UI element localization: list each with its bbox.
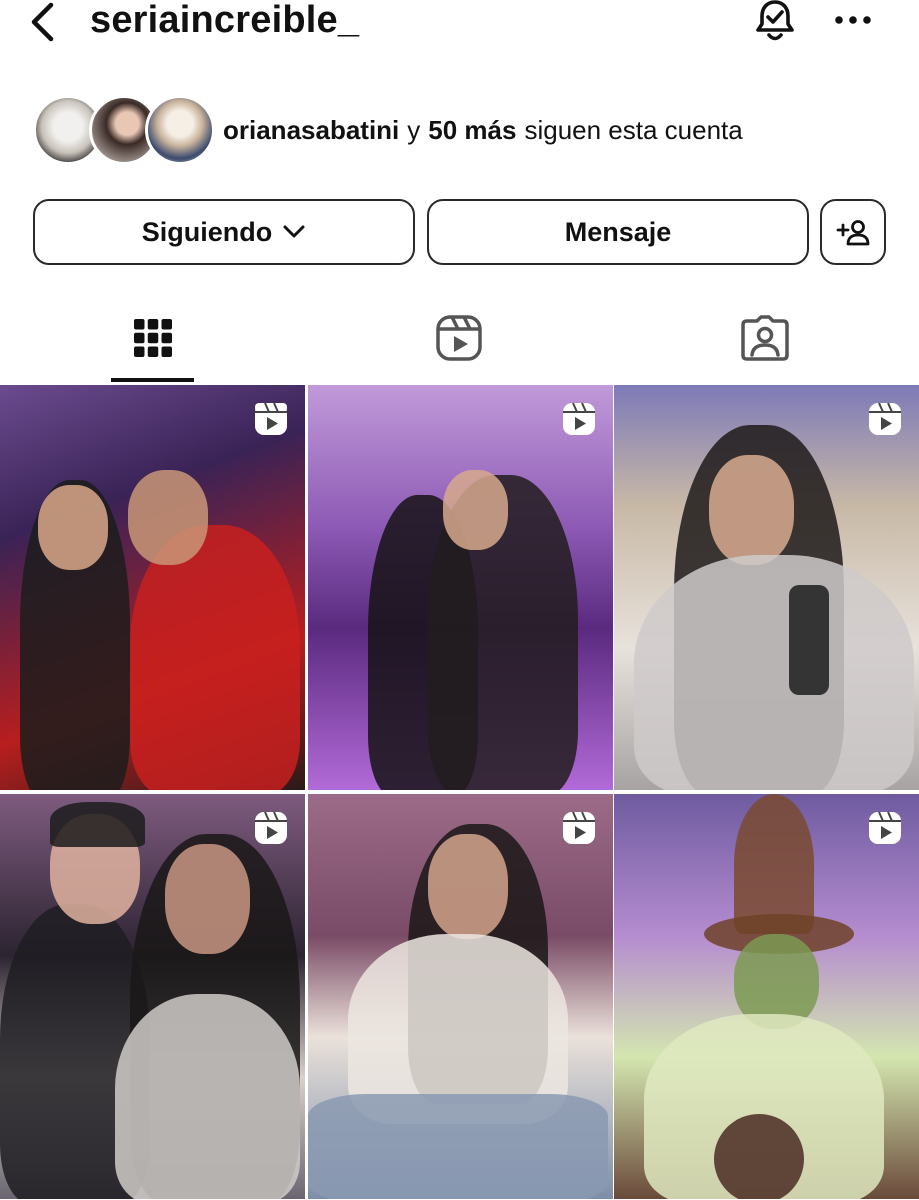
- reel-icon: [255, 811, 287, 844]
- post-tile[interactable]: [308, 794, 613, 1199]
- back-chevron-icon: [31, 2, 54, 42]
- post-figure: [714, 1114, 804, 1199]
- post-figure: [734, 794, 814, 934]
- post-figure: [709, 455, 794, 565]
- back-button[interactable]: [22, 0, 62, 44]
- reel-icon: [255, 402, 287, 435]
- reel-icon: [563, 811, 595, 844]
- post-figure: [38, 485, 108, 570]
- chevron-down-icon: [283, 225, 305, 238]
- selected-tab-indicator: [111, 378, 194, 382]
- grid-icon: [134, 319, 172, 357]
- post-figure: [115, 994, 300, 1199]
- post-figure: [165, 844, 250, 954]
- more-options-button[interactable]: [830, 0, 876, 40]
- post-figure: [308, 1094, 608, 1199]
- post-tile[interactable]: [0, 385, 305, 790]
- tab-reels[interactable]: [306, 300, 612, 384]
- followed-by-count: 50 más: [428, 114, 517, 145]
- notifications-button[interactable]: [752, 0, 798, 44]
- post-tile[interactable]: [614, 794, 919, 1199]
- reel-icon: [869, 811, 901, 844]
- post-figure: [443, 470, 508, 550]
- post-figure: [130, 525, 300, 790]
- add-person-icon: [836, 220, 870, 246]
- reel-icon: [869, 402, 901, 435]
- post-tile[interactable]: [0, 794, 305, 1199]
- tab-posts-grid[interactable]: [0, 300, 306, 384]
- add-user-button[interactable]: [820, 199, 886, 265]
- more-horizontal-icon: [835, 16, 871, 24]
- posts-grid: [0, 385, 919, 1200]
- reel-icon: [563, 402, 595, 435]
- message-button[interactable]: Mensaje: [427, 199, 809, 265]
- post-figure: [128, 470, 208, 565]
- avatar: [145, 95, 215, 165]
- followed-by-primary: orianasabatini: [223, 114, 400, 145]
- following-button[interactable]: Siguiendo: [33, 199, 415, 265]
- profile-header: seriaincreible_: [0, 0, 919, 60]
- followed-by-suffix: siguen esta cuenta: [524, 114, 743, 145]
- profile-username: seriaincreible_: [90, 0, 360, 41]
- following-label: Siguiendo: [141, 216, 273, 247]
- profile-tabs: [0, 300, 919, 384]
- post-tile[interactable]: [614, 385, 919, 790]
- followed-by-connector: y: [407, 114, 421, 145]
- post-figure: [428, 834, 508, 939]
- post-tile[interactable]: [308, 385, 613, 790]
- reels-icon: [436, 315, 482, 361]
- post-figure: [634, 555, 914, 790]
- post-figure: [50, 802, 145, 847]
- bell-check-icon: [756, 0, 794, 41]
- tab-tagged[interactable]: [612, 300, 918, 384]
- tagged-icon: [741, 315, 789, 361]
- followed-by-row[interactable]: orianasabatini y 50 más siguen esta cuen…: [33, 95, 913, 165]
- follower-avatars: [33, 95, 215, 165]
- message-label: Mensaje: [564, 216, 672, 247]
- post-figure: [789, 585, 829, 695]
- followed-by-text: orianasabatini y 50 más siguen esta cuen…: [223, 95, 743, 165]
